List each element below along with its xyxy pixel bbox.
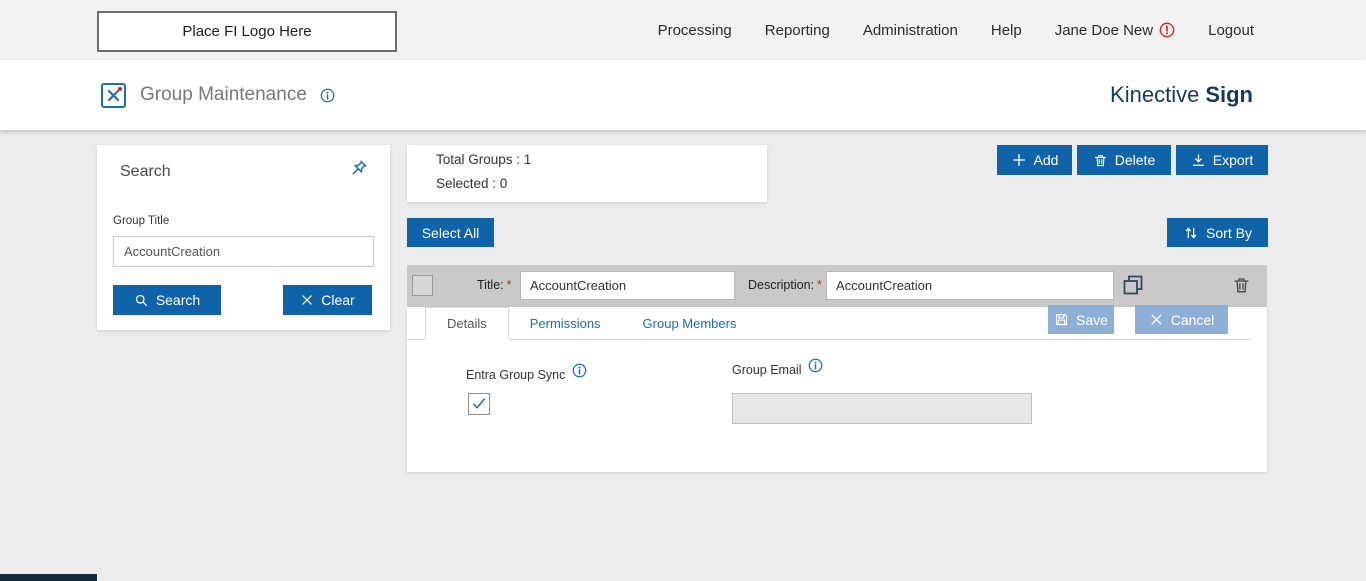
group-maintenance-icon bbox=[100, 82, 127, 109]
nav-help-label: Help bbox=[991, 22, 1022, 39]
copy-icon[interactable] bbox=[1121, 273, 1145, 297]
export-button[interactable]: Export bbox=[1176, 145, 1268, 175]
description-input[interactable] bbox=[826, 271, 1114, 300]
clear-button[interactable]: Clear bbox=[283, 285, 372, 315]
nav-user-label: Jane Doe New bbox=[1055, 22, 1153, 39]
tab-details-label: Details bbox=[447, 316, 487, 331]
selected-count: Selected : 0 bbox=[436, 176, 507, 191]
group-title-label: Group Title bbox=[113, 215, 169, 227]
tab-permissions[interactable]: Permissions bbox=[509, 307, 622, 339]
user-alert-icon[interactable] bbox=[1159, 22, 1175, 38]
title-label-text: Title: bbox=[477, 278, 504, 292]
nav-reporting[interactable]: Reporting bbox=[765, 22, 830, 39]
tab-permissions-label: Permissions bbox=[530, 316, 601, 331]
brand-regular: Kinective bbox=[1110, 82, 1199, 108]
top-navigation: Processing Reporting Administration Help… bbox=[658, 0, 1254, 60]
group-email-label: Group Email bbox=[732, 363, 801, 377]
nav-logout[interactable]: Logout bbox=[1208, 22, 1254, 39]
title-label: Title:* bbox=[477, 278, 512, 292]
detail-panel: Details Permissions Group Members Save C… bbox=[407, 307, 1267, 472]
fi-logo-placeholder: Place FI Logo Here bbox=[97, 11, 397, 52]
group-email-label-wrap: Group Email bbox=[732, 363, 823, 377]
page-title-wrap: Group Maintenance bbox=[100, 60, 335, 130]
cancel-button-label: Cancel bbox=[1171, 312, 1215, 328]
save-button[interactable]: Save bbox=[1048, 305, 1114, 334]
summary-panel: Total Groups : 1 Selected : 0 bbox=[407, 145, 767, 202]
nav-administration-label: Administration bbox=[863, 22, 958, 39]
entra-group-sync-label-wrap: Entra Group Sync bbox=[466, 368, 587, 382]
nav-administration[interactable]: Administration bbox=[863, 22, 958, 39]
title-required-marker: * bbox=[507, 278, 512, 292]
entra-group-sync-info-icon[interactable] bbox=[572, 363, 587, 378]
select-all-button-label: Select All bbox=[422, 225, 480, 241]
brand-bold: Sign bbox=[1205, 82, 1253, 108]
tabstrip: Details Permissions Group Members bbox=[407, 307, 1253, 340]
sort-by-button-label: Sort By bbox=[1206, 225, 1252, 241]
search-button-label: Search bbox=[156, 292, 200, 308]
description-label: Description:* bbox=[748, 278, 822, 292]
group-title-input[interactable] bbox=[113, 236, 374, 267]
group-email-info-icon[interactable] bbox=[808, 358, 823, 373]
row-select-checkbox[interactable] bbox=[412, 275, 433, 296]
page-header: Group Maintenance Kinective Sign bbox=[0, 60, 1366, 130]
tab-group-members[interactable]: Group Members bbox=[622, 307, 758, 339]
clear-button-label: Clear bbox=[321, 292, 354, 308]
entra-group-sync-label: Entra Group Sync bbox=[466, 368, 565, 382]
cancel-button[interactable]: Cancel bbox=[1135, 305, 1228, 334]
screen: Place FI Logo Here Processing Reporting … bbox=[0, 0, 1366, 581]
tab-details[interactable]: Details bbox=[425, 307, 509, 340]
group-row: Title:* Description:* bbox=[407, 265, 1267, 307]
save-button-label: Save bbox=[1076, 312, 1108, 328]
page-title: Group Maintenance bbox=[140, 84, 307, 106]
search-button[interactable]: Search bbox=[113, 285, 221, 315]
search-panel: Search Group Title Search Clear bbox=[97, 145, 390, 330]
description-required-marker: * bbox=[817, 278, 822, 292]
title-input[interactable] bbox=[520, 271, 735, 300]
page-title-info-icon[interactable] bbox=[320, 88, 335, 103]
tab-group-members-label: Group Members bbox=[643, 316, 737, 331]
add-button-label: Add bbox=[1034, 152, 1059, 168]
export-button-label: Export bbox=[1213, 152, 1253, 168]
row-delete-icon[interactable] bbox=[1232, 274, 1251, 296]
nav-logout-label: Logout bbox=[1208, 22, 1254, 39]
entra-group-sync-checkbox[interactable] bbox=[468, 393, 490, 415]
delete-button-label: Delete bbox=[1115, 152, 1155, 168]
footer-strip bbox=[0, 574, 97, 581]
delete-button[interactable]: Delete bbox=[1077, 145, 1171, 175]
search-panel-title: Search bbox=[120, 163, 171, 181]
nav-user[interactable]: Jane Doe New bbox=[1055, 22, 1175, 39]
brand-logo: Kinective Sign bbox=[1110, 60, 1253, 130]
nav-reporting-label: Reporting bbox=[765, 22, 830, 39]
topbar: Place FI Logo Here Processing Reporting … bbox=[0, 0, 1366, 60]
group-email-input bbox=[732, 393, 1032, 424]
nav-processing-label: Processing bbox=[658, 22, 732, 39]
description-label-text: Description: bbox=[748, 278, 814, 292]
total-groups-count: Total Groups : 1 bbox=[436, 152, 531, 167]
select-all-button[interactable]: Select All bbox=[407, 218, 494, 247]
pin-icon[interactable] bbox=[344, 155, 372, 183]
fi-logo-text: Place FI Logo Here bbox=[182, 23, 311, 40]
sort-by-button[interactable]: Sort By bbox=[1167, 218, 1268, 247]
nav-processing[interactable]: Processing bbox=[658, 22, 732, 39]
nav-help[interactable]: Help bbox=[991, 22, 1022, 39]
add-button[interactable]: Add bbox=[997, 145, 1072, 175]
